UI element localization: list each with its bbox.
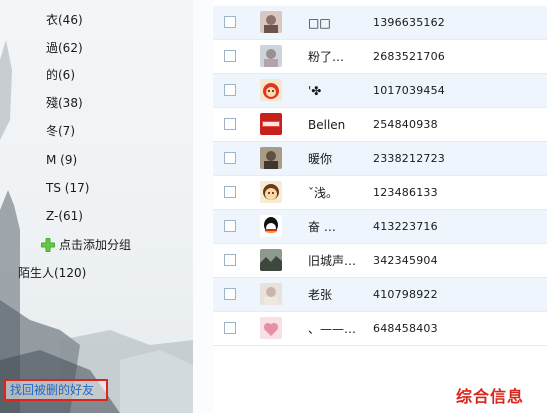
avatar [260, 79, 282, 101]
table-row[interactable]: 奋 … 413223716 [213, 210, 547, 244]
friend-qq-number: 413223716 [373, 220, 438, 233]
friend-nickname: 、——… [308, 322, 357, 336]
friend-qq-number: 648458403 [373, 322, 438, 335]
group-item[interactable]: TS (17) [46, 180, 89, 196]
table-row[interactable]: 旧城声… 342345904 [213, 244, 547, 278]
friend-nickname: 奋 … [308, 220, 336, 234]
avatar [260, 113, 282, 135]
friend-nickname: 暖你 [308, 152, 333, 166]
friend-qq-number: 1396635162 [373, 16, 445, 29]
table-row[interactable]: ˇ浅。 123486133 [213, 176, 547, 210]
avatar [260, 249, 282, 271]
avatar [260, 45, 282, 67]
table-row[interactable]: 粉了… 2683521706 [213, 40, 547, 74]
table-row[interactable]: □□ 1396635162 [213, 6, 547, 40]
friend-nickname: ˇ浅。 [308, 186, 339, 200]
row-checkbox[interactable] [224, 254, 236, 266]
avatar [260, 283, 282, 305]
table-row[interactable]: 老张 410798922 [213, 278, 547, 312]
friend-nickname: 老张 [308, 288, 333, 302]
avatar [260, 11, 282, 33]
friend-qq-number: 2683521706 [373, 50, 445, 63]
panel-divider [193, 0, 213, 413]
row-checkbox[interactable] [224, 118, 236, 130]
row-checkbox[interactable] [224, 16, 236, 28]
friend-nickname: Bellen [308, 118, 346, 132]
plus-icon [41, 238, 55, 252]
table-row[interactable]: 、——… 648458403 [213, 312, 547, 346]
table-row[interactable]: Bellen 254840938 [213, 108, 547, 142]
group-item[interactable]: 殘(38) [46, 95, 83, 111]
friend-qq-number: 410798922 [373, 288, 438, 301]
group-item[interactable]: 衣(46) [46, 12, 83, 28]
row-checkbox[interactable] [224, 50, 236, 62]
friends-table: □□ 1396635162 粉了… 2683521706 '✤ 10170394… [213, 0, 547, 413]
group-item[interactable]: M (9) [46, 152, 77, 168]
recover-deleted-friends-link[interactable]: 找回被删的好友 [4, 379, 108, 401]
avatar [260, 215, 282, 237]
add-group-label: 点击添加分组 [59, 238, 132, 252]
friend-qq-number: 254840938 [373, 118, 438, 131]
row-checkbox[interactable] [224, 220, 236, 232]
row-checkbox[interactable] [224, 186, 236, 198]
row-checkbox[interactable] [224, 322, 236, 334]
background-scenery [0, 40, 193, 413]
row-checkbox[interactable] [224, 288, 236, 300]
avatar [260, 181, 282, 203]
friend-qq-number: 342345904 [373, 254, 438, 267]
row-checkbox[interactable] [224, 84, 236, 96]
group-panel: 衣(46) 過(62) 的(6) 殘(38) 冬(7) M (9) TS (17… [0, 0, 193, 413]
friend-nickname: 旧城声… [308, 254, 357, 268]
group-item[interactable]: Z-(61) [46, 208, 83, 224]
group-item[interactable]: 過(62) [46, 40, 83, 56]
friend-nickname: 粉了… [308, 50, 345, 64]
table-row[interactable]: 暖你 2338212723 [213, 142, 547, 176]
avatar [260, 317, 282, 339]
avatar [260, 147, 282, 169]
add-group-button[interactable]: 点击添加分组 [40, 237, 131, 253]
strangers-group[interactable]: 陌生人(120) [18, 265, 86, 281]
friend-nickname: '✤ [308, 84, 322, 98]
group-item[interactable]: 冬(7) [46, 123, 75, 139]
group-item[interactable]: 的(6) [46, 67, 75, 83]
watermark: 综合信息 [456, 387, 525, 406]
friend-qq-number: 123486133 [373, 186, 438, 199]
row-checkbox[interactable] [224, 152, 236, 164]
friend-nickname: □□ [308, 16, 331, 30]
friend-qq-number: 1017039454 [373, 84, 445, 97]
table-row[interactable]: '✤ 1017039454 [213, 74, 547, 108]
friend-qq-number: 2338212723 [373, 152, 445, 165]
